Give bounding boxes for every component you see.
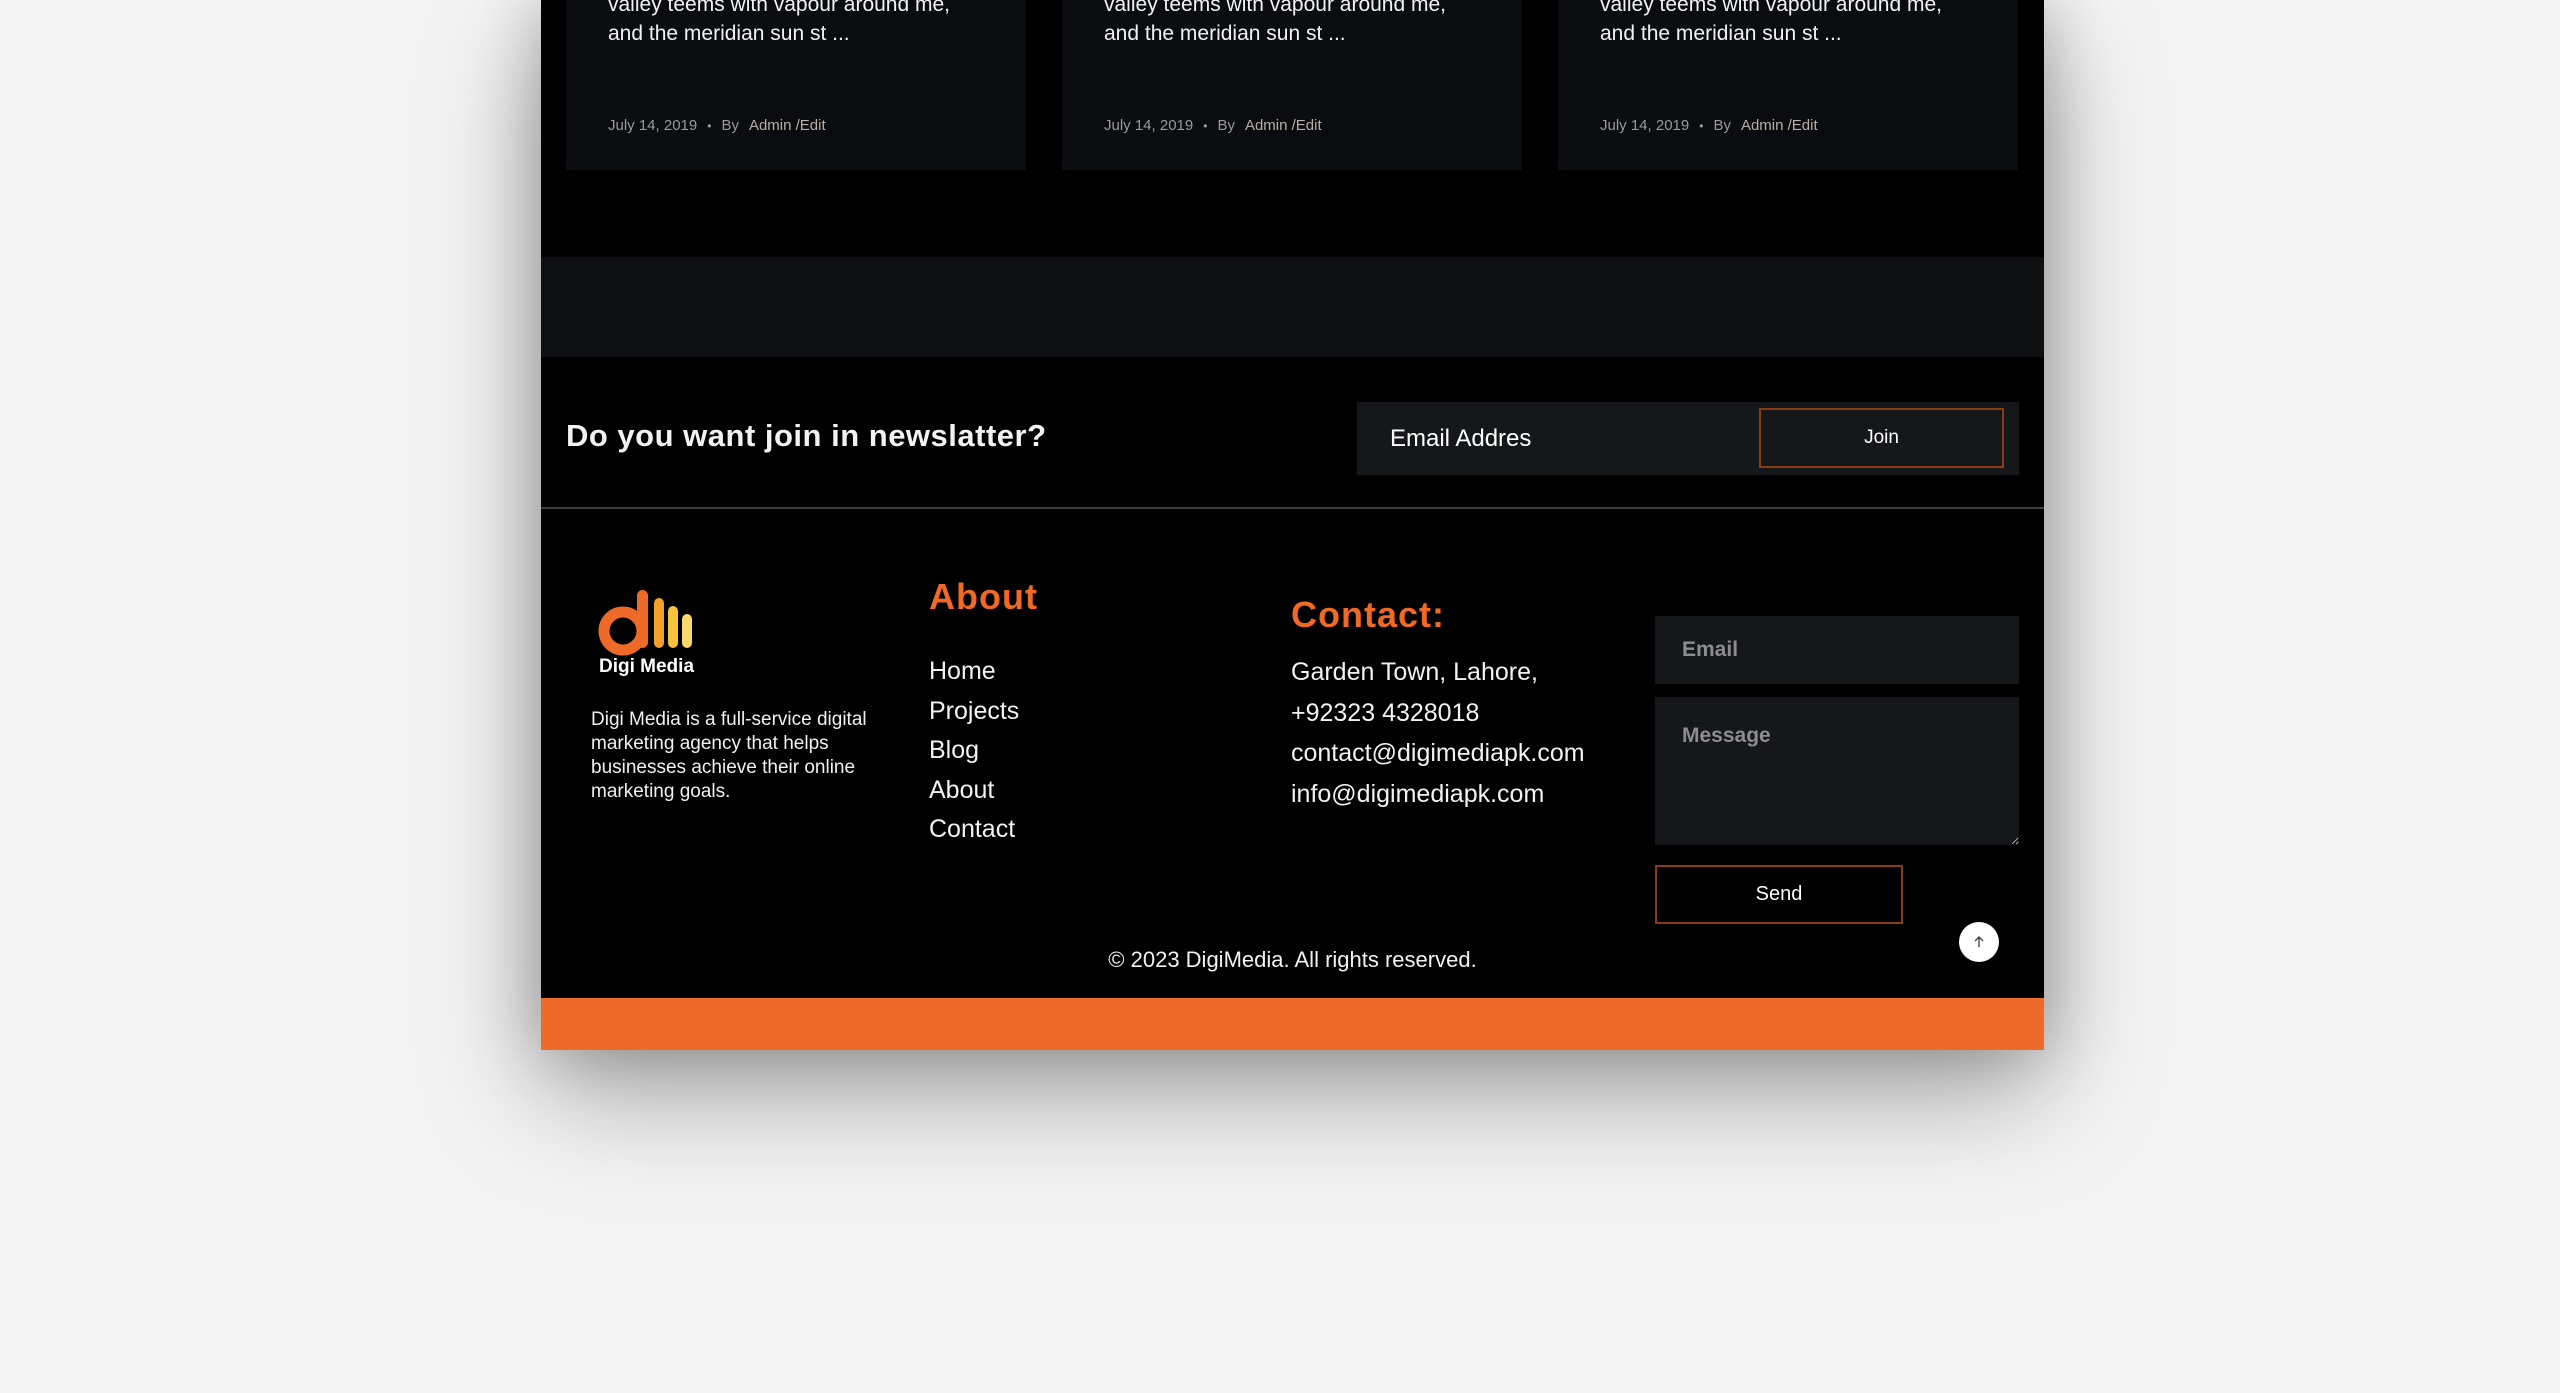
contact-address: Garden Town, Lahore, <box>1291 658 1538 686</box>
contact-email-primary[interactable]: contact@digimediapk.com <box>1291 733 1585 774</box>
section-band <box>541 257 2044 357</box>
card-excerpt: valley teems with vapour around me, and … <box>608 0 950 45</box>
card-author-link[interactable]: Admin /Edit <box>1741 117 1818 134</box>
contact-details: Garden Town, Lahore, +92323 4328018 cont… <box>1291 652 1585 814</box>
footer-link-home[interactable]: Home <box>929 652 1019 692</box>
meta-separator: • <box>1203 118 1208 133</box>
card-excerpt: valley teems with vapour around me, and … <box>1600 0 1942 45</box>
card-meta: July 14, 2019 • By Admin /Edit <box>608 117 826 134</box>
newsletter-form: Join <box>1357 402 2019 475</box>
join-button[interactable]: Join <box>1759 408 2004 468</box>
card-date: July 14, 2019 <box>1600 117 1690 134</box>
card-author-link[interactable]: Admin /Edit <box>749 117 826 134</box>
card-by-prefix: By <box>721 117 739 134</box>
footer-link-about[interactable]: About <box>929 771 1019 811</box>
blog-card[interactable]: valley teems with vapour around me, and … <box>566 0 1026 170</box>
send-button[interactable]: Send <box>1655 865 1903 924</box>
meta-separator: • <box>707 118 712 133</box>
scroll-to-top-button[interactable] <box>1959 922 1999 962</box>
card-by-prefix: By <box>1713 117 1731 134</box>
blog-card[interactable]: valley teems with vapour around me, and … <box>1558 0 2018 170</box>
footer-message-field[interactable] <box>1655 697 2019 845</box>
company-description: Digi Media is a full-service digital mar… <box>591 709 867 802</box>
card-meta: July 14, 2019 • By Admin /Edit <box>1600 117 1818 134</box>
footer-link-projects[interactable]: Projects <box>929 692 1019 732</box>
contact-email-info[interactable]: info@digimediapk.com <box>1291 774 1585 815</box>
copyright-text: © 2023 DigiMedia. All rights reserved. <box>1108 947 1477 972</box>
bottom-accent-bar <box>541 998 2044 1050</box>
footer-link-contact[interactable]: Contact <box>929 810 1019 850</box>
card-meta: July 14, 2019 • By Admin /Edit <box>1104 117 1322 134</box>
footer-links: Home Projects Blog About Contact <box>929 652 1019 850</box>
arrow-up-icon <box>1974 936 1984 947</box>
contact-heading: Contact: <box>1291 594 1445 635</box>
card-date: July 14, 2019 <box>1104 117 1194 134</box>
footer-divider <box>541 507 2044 509</box>
contact-phone[interactable]: +92323 4328018 <box>1291 693 1585 734</box>
blog-card[interactable]: valley teems with vapour around me, and … <box>1062 0 1522 170</box>
newsletter-title: Do you want join in newslatter? <box>566 418 1047 453</box>
card-author-link[interactable]: Admin /Edit <box>1245 117 1322 134</box>
card-by-prefix: By <box>1217 117 1235 134</box>
card-excerpt: valley teems with vapour around me, and … <box>1104 0 1446 45</box>
footer-email-field[interactable] <box>1655 616 2019 684</box>
card-date: July 14, 2019 <box>608 117 698 134</box>
about-heading: About <box>929 576 1038 617</box>
blog-cards-row: valley teems with vapour around me, and … <box>566 0 2019 170</box>
page-frame: valley teems with vapour around me, and … <box>541 0 2044 1050</box>
newsletter-email-input[interactable] <box>1357 402 1757 475</box>
meta-separator: • <box>1699 118 1704 133</box>
logo-text: Digi Media <box>599 656 695 677</box>
footer-link-blog[interactable]: Blog <box>929 731 1019 771</box>
